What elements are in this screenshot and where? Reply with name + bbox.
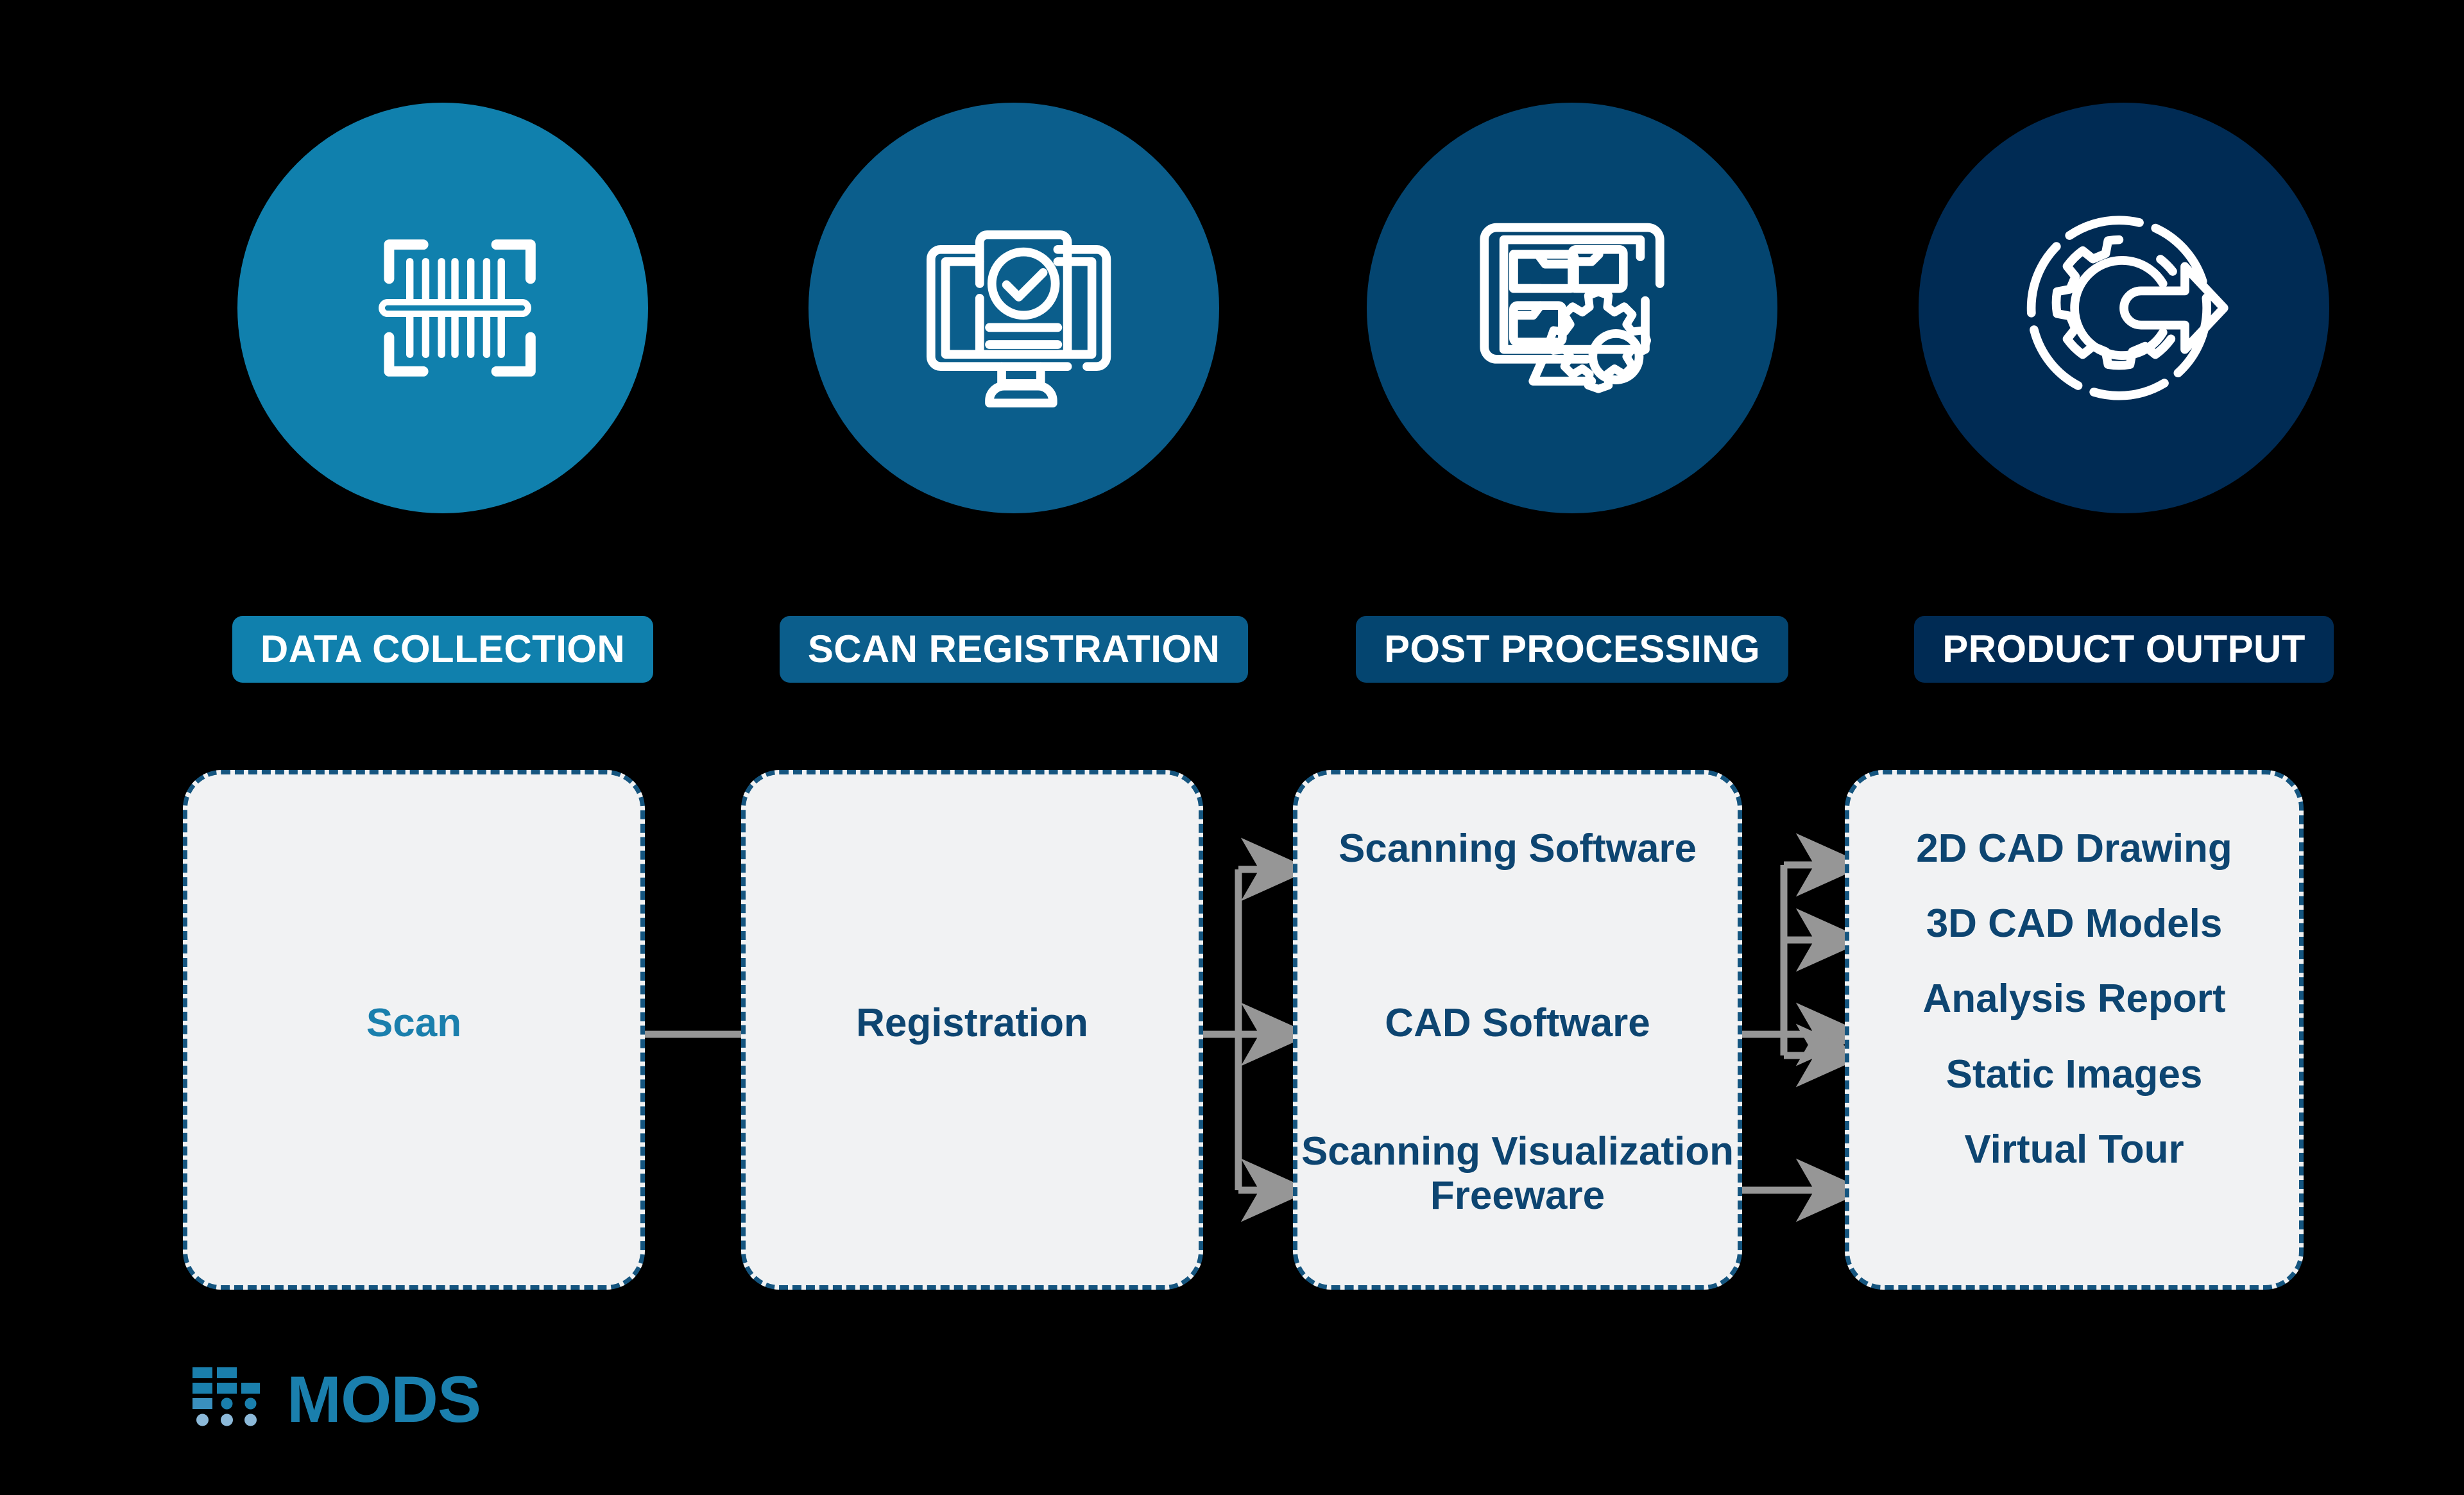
stage-pill-wrapper: DATA COLLECTION xyxy=(167,616,719,683)
node-registration[interactable]: Registration xyxy=(741,1001,1203,1045)
node-output-analysis-report[interactable]: Analysis Report xyxy=(1845,977,2304,1021)
node-cad-software[interactable]: CAD Software xyxy=(1293,1001,1742,1045)
stage-label-product-output[interactable]: PRODUCT OUTPUT xyxy=(1914,616,2334,683)
monitor-folders-gear-icon xyxy=(1480,223,1664,393)
icon-circle-wrapper xyxy=(738,103,1290,513)
stage-circle-scan-registration[interactable] xyxy=(809,103,1219,513)
node-scanning-software[interactable]: Scanning Software xyxy=(1293,826,1742,871)
stage-label-data-collection[interactable]: DATA COLLECTION xyxy=(232,616,654,683)
stage-circle-data-collection[interactable] xyxy=(237,103,648,513)
stage-circle-post-processing[interactable] xyxy=(1367,103,1777,513)
gear-arrow-output-icon xyxy=(2026,216,2229,400)
mods-logo-mark-icon xyxy=(193,1367,260,1426)
icon-circle-wrapper xyxy=(1296,103,1848,513)
icon-circle-wrapper xyxy=(167,103,719,513)
stage-pill-wrapper: SCAN REGISTRATION xyxy=(738,616,1290,683)
stage-pill-wrapper: PRODUCT OUTPUT xyxy=(1848,616,2400,683)
monitor-document-check-icon xyxy=(926,230,1111,408)
mods-logo-text: MODS xyxy=(287,1363,481,1436)
diagram-canvas: DATA COLLECTION SCAN REGISTRATION POST P… xyxy=(0,0,2464,1495)
node-output-2d-cad-drawing[interactable]: 2D CAD Drawing xyxy=(1845,826,2304,871)
node-scanning-visualization-freeware[interactable]: Scanning Visualization Freeware xyxy=(1296,1129,1739,1218)
node-output-3d-cad-models[interactable]: 3D CAD Models xyxy=(1845,901,2304,946)
node-scan[interactable]: Scan xyxy=(183,1001,645,1045)
node-output-virtual-tour[interactable]: Virtual Tour xyxy=(1845,1127,2304,1172)
stage-pill-wrapper: POST PROCESSING xyxy=(1296,616,1848,683)
node-output-static-images[interactable]: Static Images xyxy=(1845,1052,2304,1097)
stage-label-scan-registration[interactable]: SCAN REGISTRATION xyxy=(779,616,1249,683)
barcode-scan-icon xyxy=(379,239,536,377)
mods-logo[interactable]: MODS xyxy=(193,1367,481,1432)
icon-circle-wrapper xyxy=(1848,103,2400,513)
stage-label-post-processing[interactable]: POST PROCESSING xyxy=(1355,616,1789,683)
stage-circle-product-output[interactable] xyxy=(1919,103,2329,513)
